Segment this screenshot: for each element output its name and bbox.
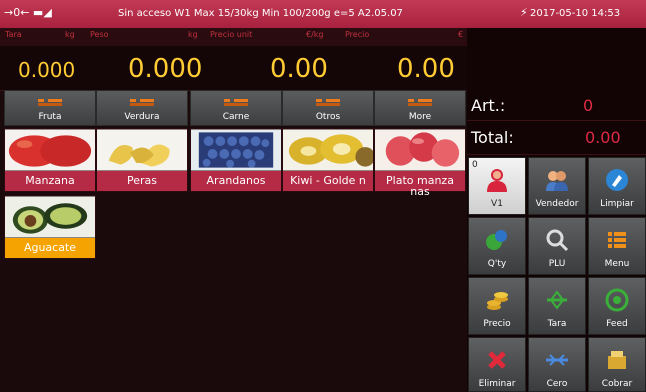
product-label: Kiwi - Golde n [283,171,373,191]
articles-value: 0 [583,96,594,115]
precio-label: Precio [345,30,370,39]
feed-button[interactable]: Feed [588,277,646,335]
total-label: Total: [471,128,514,147]
avocado-image [5,196,95,238]
category-icon [130,99,154,106]
kiwi-image [283,129,373,171]
cobrar-button[interactable]: Cobrar [588,337,646,392]
quantity-button[interactable]: Q'ty [468,217,526,275]
plu-search-icon [546,229,569,252]
plu-button[interactable]: PLU [528,217,586,275]
precio-button[interactable]: Precio [468,277,526,335]
precio-currency: € [458,30,464,39]
user-icon [487,169,507,192]
precio-unit-value: 0.00 [270,54,328,84]
limpiar-button[interactable]: Limpiar [588,157,646,215]
category-tab-carne[interactable]: Carne [190,90,282,126]
tara-button[interactable]: Tara [528,277,586,335]
category-tab-fruta[interactable]: Fruta [4,90,96,126]
status-text: Sin acceso W1 Max 15/30kg Min 100/200g e… [118,8,403,19]
category-icon [408,99,432,106]
apples-image [5,129,95,171]
user-v1-button[interactable]: 0 V1 [468,157,526,215]
coins-icon [487,292,508,310]
field-labels: Tara kg Peso kg Precio unit €/kg Precio … [0,28,467,46]
cero-button[interactable]: Cero [528,337,586,392]
plate-apples-image [375,129,465,171]
tara-value: 0.000 [18,58,76,82]
eliminar-button[interactable]: Eliminar [468,337,526,392]
articles-row: Art.: 0 [467,90,646,121]
tara-unit: kg [65,30,75,39]
clean-icon [606,169,628,191]
product-tile-arandanos[interactable]: Arandanos [190,128,282,192]
peso-value: 0.000 [128,54,203,84]
blueberries-image [191,129,281,171]
precio-unit-label: Precio unit [210,30,253,39]
vendors-icon [546,171,568,191]
menu-button[interactable]: Menu [588,217,646,275]
category-tab-more[interactable]: More [374,90,466,126]
power-icon: ⚡ [520,6,528,19]
delete-icon [488,351,506,369]
price-unit-unit: €/kg [306,30,324,39]
scale-display: 0.000 0.000 0.00 0.00 [0,46,467,91]
product-tile-kiwi-golden[interactable]: Kiwi - Golde n [282,128,374,192]
product-label: Peras [97,171,187,191]
vendedor-button[interactable]: Vendedor [528,157,586,215]
feed-icon [605,288,629,312]
pears-image [97,129,187,171]
peso-unit: kg [188,30,198,39]
articles-label: Art.: [471,96,506,115]
product-label: Arandanos [191,171,281,191]
datetime: 2017-05-10 14:53 [530,8,621,19]
precio-value: 0.00 [397,54,455,84]
category-icon [38,99,62,106]
quantity-icon [486,230,507,250]
product-tile-manzana[interactable]: Manzana [4,128,96,192]
tara-label: Tara [5,30,22,39]
menu-icon [608,232,626,248]
user-count-badge: 0 [472,160,478,170]
category-tab-otros[interactable]: Otros [282,90,374,126]
product-tile-aguacate[interactable]: Aguacate [4,195,96,259]
zero-icon [546,354,568,366]
cash-icon [608,351,626,369]
category-icon [224,99,248,106]
total-value: 0.00 [585,128,621,147]
category-icon [316,99,340,106]
product-tile-peras[interactable]: Peras [96,128,188,192]
product-tile-plato-manzanas[interactable]: Plato manza nas [374,128,466,197]
status-bar: →0← ▬◢ Sin acceso W1 Max 15/30kg Min 100… [0,0,646,28]
peso-label: Peso [90,30,109,39]
tare-icon [547,290,567,310]
connection-icon: →0← ▬◢ [4,6,52,19]
product-label: Plato manza nas [375,171,465,197]
total-row: Total: 0.00 [467,120,646,155]
product-label: Aguacate [5,238,95,258]
product-label: Manzana [5,171,95,191]
category-tab-verdura[interactable]: Verdura [96,90,188,126]
